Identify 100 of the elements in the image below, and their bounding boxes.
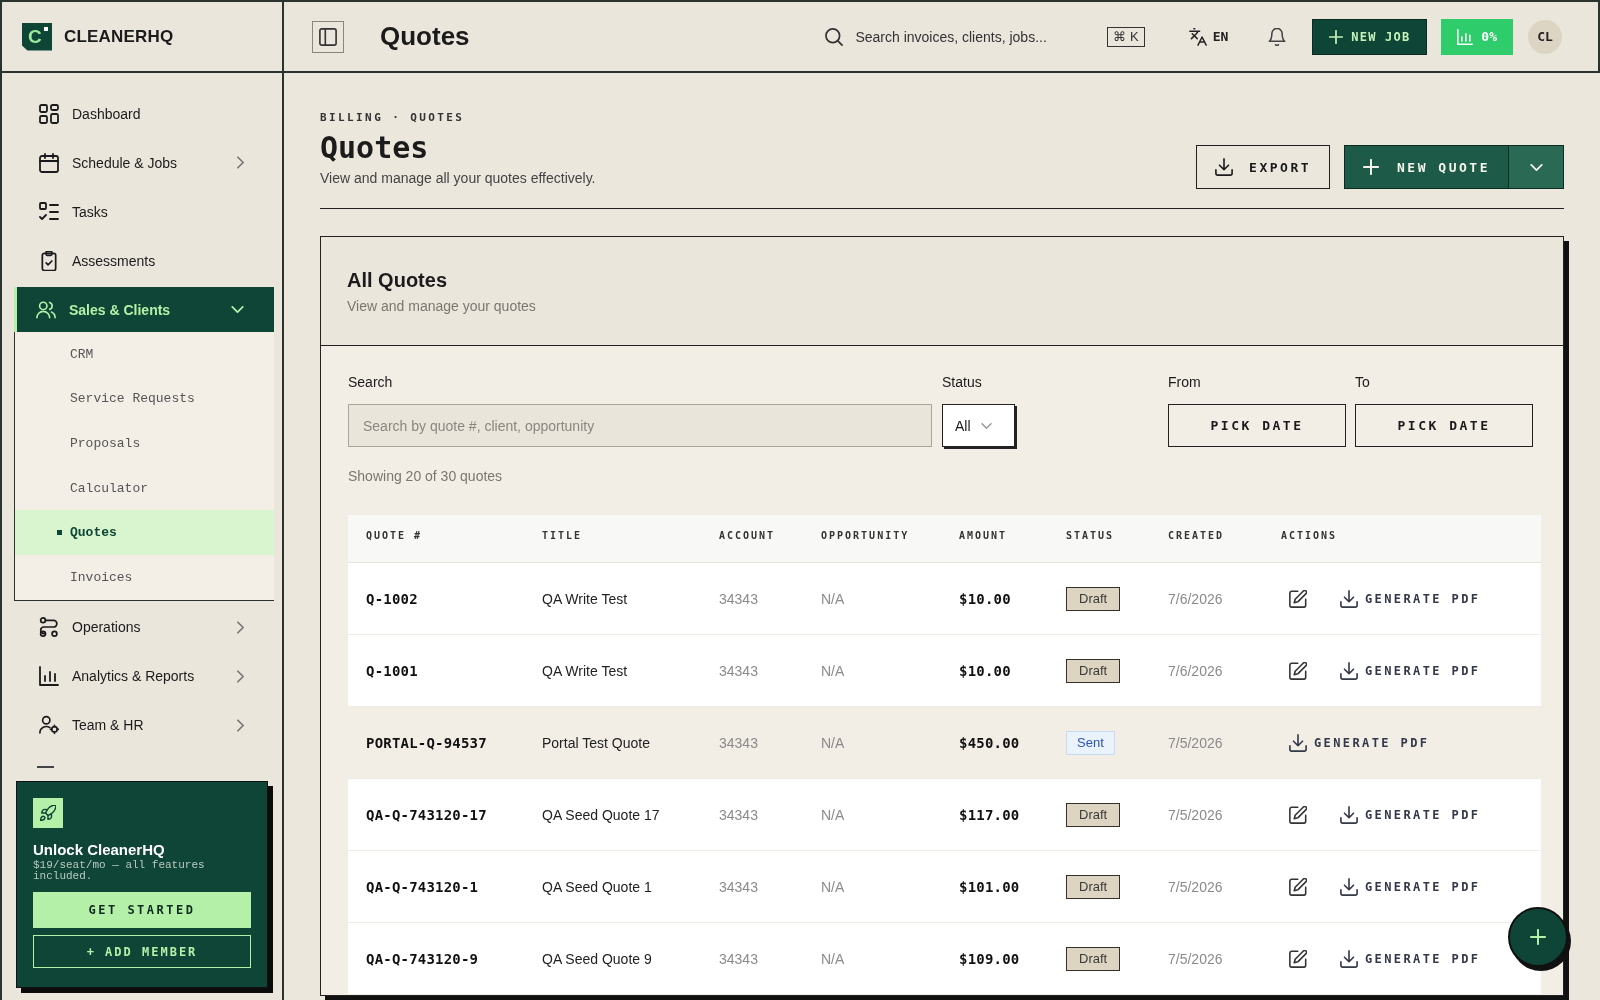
submenu-item[interactable]: Quotes — [15, 510, 274, 555]
column-header: STATUS — [1066, 530, 1115, 541]
column-header: ACTIONS — [1281, 530, 1338, 541]
submenu-item[interactable]: CRM — [15, 332, 274, 377]
table-cell: 34343 — [719, 878, 758, 895]
edit-button[interactable] — [1289, 949, 1307, 968]
table-cell: 34343 — [719, 950, 758, 967]
generate-pdf-button[interactable]: GENERATE PDF — [1340, 805, 1481, 824]
edit-button[interactable] — [1289, 589, 1307, 608]
new-quote-button[interactable]: NEW QUOTE — [1344, 145, 1509, 189]
table-cell: QA Write Test — [542, 590, 628, 607]
nav-item[interactable]: Schedule & Jobs — [14, 140, 274, 185]
nav-item[interactable]: Dashboard — [14, 91, 274, 136]
table-cell: 34343 — [719, 806, 758, 823]
nav-item[interactable]: Analytics & Reports — [14, 653, 274, 699]
table-cell: 34343 — [719, 590, 758, 607]
card-subtitle: View and manage your quotes — [347, 297, 537, 315]
table-cell: QA-Q-743120-1 — [366, 878, 479, 895]
card-title: All Quotes — [347, 268, 448, 292]
table-cell: 7/5/2026 — [1168, 950, 1223, 967]
date-picker-button[interactable]: PICK DATE — [1168, 404, 1346, 447]
date-picker-button[interactable]: PICK DATE — [1355, 404, 1533, 447]
nav-item[interactable]: Sales & Clients — [14, 287, 274, 332]
column-header: OPPORTUNITY — [821, 530, 910, 541]
table-cell: Portal Test Quote — [542, 734, 650, 751]
table-cell: 7/5/2026 — [1168, 734, 1223, 751]
status-badge: Draft — [1066, 586, 1121, 611]
keyboard-shortcut: ⌘ K — [1107, 26, 1145, 47]
field-label: Search — [348, 374, 394, 390]
calendar-icon — [39, 152, 59, 173]
new-job-button[interactable]: NEW JOB — [1312, 18, 1428, 55]
edit-icon — [1289, 589, 1307, 608]
page-heading: Quotes — [320, 131, 430, 165]
table-cell: PORTAL-Q-94537 — [366, 734, 487, 751]
table-cell: $10.00 — [959, 662, 1011, 679]
submenu-item[interactable]: Invoices — [15, 554, 274, 600]
bar-chart-icon — [39, 666, 59, 687]
table-cell: 7/6/2026 — [1168, 662, 1223, 679]
table-cell: N/A — [821, 662, 845, 679]
download-icon — [1215, 158, 1234, 176]
table-cell: QA Seed Quote 17 — [542, 806, 660, 823]
export-button[interactable]: EXPORT — [1196, 145, 1331, 189]
checklist-icon — [39, 201, 59, 222]
submenu-item[interactable]: Service Requests — [15, 376, 274, 422]
field-label: From — [1168, 374, 1202, 390]
column-header: CREATED — [1168, 530, 1225, 541]
sidebar-toggle-button[interactable] — [312, 20, 344, 53]
edit-button[interactable] — [1289, 661, 1307, 680]
table-cell: QA Write Test — [542, 662, 628, 679]
nav-item[interactable]: Operations — [14, 604, 274, 650]
new-quote-menu-button[interactable] — [1509, 145, 1564, 189]
table-cell: 34343 — [719, 734, 758, 751]
status-badge: Draft — [1066, 802, 1121, 827]
results-count: Showing 20 of 30 quotes — [348, 468, 504, 484]
field-label: Status — [942, 374, 983, 390]
plus-icon — [1530, 929, 1546, 945]
generate-pdf-button[interactable]: GENERATE PDF — [1340, 949, 1481, 968]
search-field[interactable]: Search by quote #, client, opportunity — [348, 404, 932, 447]
chevron-down-icon — [980, 422, 992, 429]
plus-icon — [1363, 159, 1380, 175]
edit-icon — [1289, 805, 1307, 824]
submenu-item[interactable]: Proposals — [15, 421, 274, 466]
status-select[interactable]: All — [942, 404, 1015, 447]
nav-item[interactable]: Tasks — [14, 189, 274, 234]
generate-pdf-button[interactable]: GENERATE PDF — [1289, 733, 1430, 752]
user-avatar[interactable]: CL — [1528, 19, 1562, 54]
route-icon — [39, 617, 59, 638]
submenu-item[interactable]: Calculator — [15, 465, 274, 511]
clipboard-check-icon — [39, 250, 59, 271]
generate-pdf-button[interactable]: GENERATE PDF — [1340, 661, 1481, 680]
nav-item[interactable]: Assessments — [14, 238, 274, 283]
table-cell: 7/5/2026 — [1168, 878, 1223, 895]
nav-item[interactable]: Team & HR — [14, 702, 274, 748]
status-badge: Draft — [1066, 946, 1121, 971]
generate-pdf-button[interactable]: GENERATE PDF — [1340, 589, 1481, 608]
breadcrumb: BILLING · QUOTES — [320, 111, 466, 125]
table-cell: N/A — [821, 806, 845, 823]
table-cell: N/A — [821, 950, 845, 967]
notifications-button[interactable] — [1268, 27, 1287, 46]
user-gear-icon — [39, 715, 59, 736]
get-started-button[interactable]: GET STARTED — [33, 892, 251, 928]
table-cell: QA-Q-743120-9 — [366, 950, 479, 967]
table-cell: 7/6/2026 — [1168, 590, 1223, 607]
table-cell: N/A — [821, 878, 845, 895]
table-cell: $101.00 — [959, 878, 1020, 895]
page-title: Quotes — [380, 21, 470, 52]
table-cell: $10.00 — [959, 590, 1011, 607]
generate-pdf-button[interactable]: GENERATE PDF — [1340, 877, 1481, 896]
edit-button[interactable] — [1289, 877, 1307, 896]
add-member-button[interactable]: + ADD MEMBER — [33, 935, 251, 968]
bell-icon — [1268, 27, 1287, 46]
table-cell: 7/5/2026 — [1168, 806, 1223, 823]
edit-icon — [1289, 949, 1307, 968]
chevron-down-icon — [1529, 163, 1543, 171]
language-button[interactable]: EN — [1188, 27, 1229, 46]
search-field[interactable]: Search invoices, clients, jobs... — [855, 28, 1072, 45]
edit-icon — [1289, 661, 1307, 680]
column-header: AMOUNT — [959, 530, 1008, 541]
table-cell: $450.00 — [959, 734, 1020, 751]
edit-button[interactable] — [1289, 805, 1307, 824]
